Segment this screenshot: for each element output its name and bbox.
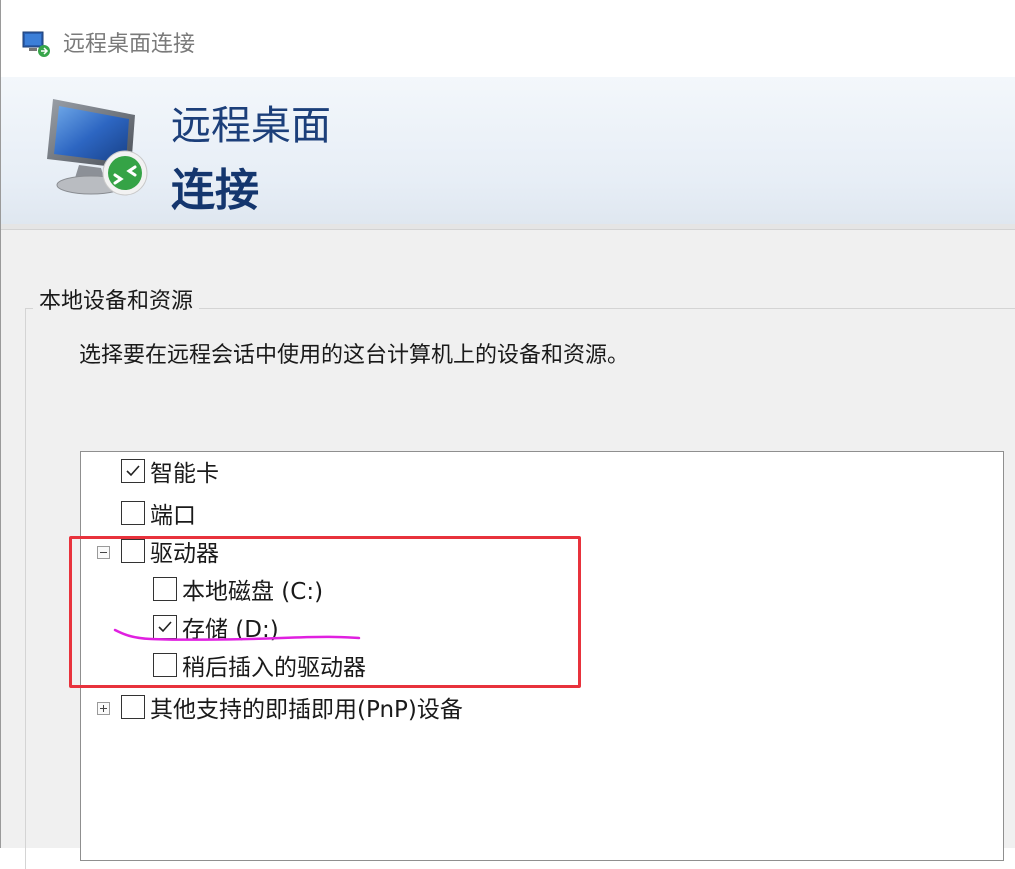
groupbox-description: 选择要在远程会话中使用的这台计算机上的设备和资源。 xyxy=(79,343,630,368)
ports-checkbox[interactable] xyxy=(121,501,145,525)
expand-icon[interactable] xyxy=(97,702,110,715)
header-banner: 远程桌面 连接 xyxy=(1,77,1015,230)
smartcard-checkbox[interactable] xyxy=(121,459,145,483)
tree-item-label: 端口 xyxy=(150,503,196,529)
tree-item-label: 智能卡 xyxy=(150,461,219,487)
remote-desktop-window: 远程桌面连接 远程桌面 连接 本地设备和资源 选择要在远程会话中使用的这台计算机… xyxy=(0,0,1015,869)
checkmark-icon xyxy=(126,465,140,477)
banner-subtitle: 连接 xyxy=(171,165,259,216)
annotation-underline xyxy=(113,628,361,641)
groupbox-label: 本地设备和资源 xyxy=(33,286,200,318)
banner-divider xyxy=(1,224,1015,230)
remote-desktop-icon xyxy=(21,30,51,58)
banner-title: 远程桌面 xyxy=(171,103,331,149)
tree-item-smartcard[interactable]: 智能卡 xyxy=(121,454,219,488)
tree-item-label: 其他支持的即插即用(PnP)设备 xyxy=(150,697,463,723)
title-bar: 远程桌面连接 xyxy=(1,0,1015,77)
tree-item-pnp-devices[interactable]: 其他支持的即插即用(PnP)设备 xyxy=(121,690,463,724)
tree-item-ports[interactable]: 端口 xyxy=(121,496,196,530)
pnp-checkbox[interactable] xyxy=(121,695,145,719)
window-title: 远程桌面连接 xyxy=(63,32,196,57)
annotation-highlight-box xyxy=(69,536,581,688)
remote-desktop-monitor-icon xyxy=(39,95,151,207)
